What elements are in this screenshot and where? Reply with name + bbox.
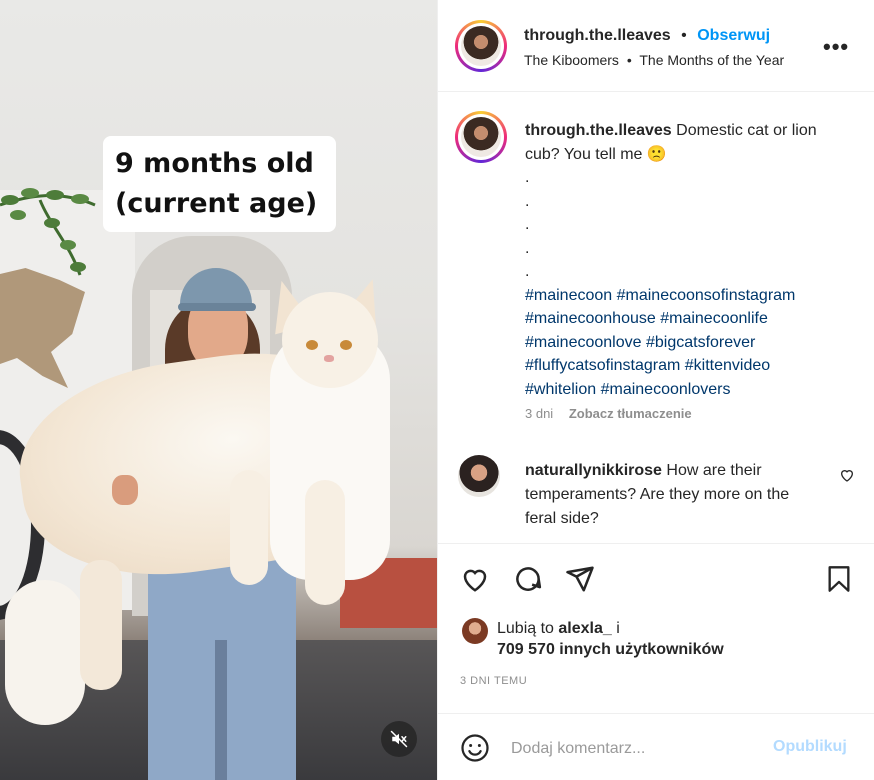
- commenter-username[interactable]: naturallynikkirose: [525, 462, 662, 479]
- audio-attribution[interactable]: The Kiboomers • The Months of the Year: [524, 52, 784, 68]
- caption-line-2: (current age): [115, 188, 318, 219]
- sad-face-emoji: 🙁: [646, 145, 667, 163]
- emoji-picker-icon[interactable]: [460, 733, 490, 763]
- audio-title[interactable]: The Months of the Year: [639, 52, 784, 68]
- caption-dot: .: [525, 216, 530, 233]
- caption-dot: .: [525, 239, 530, 257]
- hashtags-line[interactable]: #mainecoonlove #bigcatsforever: [525, 331, 855, 355]
- liker-username[interactable]: alexla_: [558, 620, 611, 637]
- caption-author-avatar[interactable]: [455, 111, 507, 163]
- hashtags-line[interactable]: #mainecoon #mainecoonsofinstagram: [525, 284, 855, 308]
- person-hand: [112, 475, 138, 505]
- cat-front-leg-right: [305, 480, 345, 605]
- cat-tail: [5, 580, 85, 725]
- caption-dot: .: [525, 169, 530, 186]
- post-actions: Lubią to alexla_ i 709 570 innych użytko…: [438, 543, 874, 780]
- hashtags-line[interactable]: #fluffycatsofinstagram #kittenvideo: [525, 354, 855, 378]
- post-header: through.the.lleaves • Obserwuj The Kiboo…: [438, 0, 874, 92]
- likes-suffix: i: [616, 620, 620, 637]
- commenter-avatar[interactable]: [458, 455, 500, 497]
- cap-brim: [178, 303, 256, 311]
- like-heart-icon[interactable]: [460, 564, 490, 594]
- author-username[interactable]: through.the.lleaves: [524, 27, 671, 44]
- comment-item: naturallynikkirose How are their tempera…: [525, 459, 810, 531]
- separator-dot: •: [681, 27, 687, 44]
- audio-separator: •: [626, 52, 632, 68]
- post-timestamp[interactable]: 3 DNI TEMU: [460, 675, 527, 687]
- liker-avatar[interactable]: [462, 618, 488, 644]
- likes-count[interactable]: 709 570 innych użytkowników: [497, 641, 724, 659]
- comment-input[interactable]: [511, 735, 761, 763]
- post-caption: through.the.lleaves Domestic cat or lion…: [525, 119, 855, 401]
- hashtags-line[interactable]: #mainecoonhouse #mainecoonlife: [525, 307, 855, 331]
- see-translation-link[interactable]: Zobacz tłumaczenie: [569, 406, 692, 421]
- caption-dot: .: [525, 192, 530, 210]
- comment-bubble-icon[interactable]: [513, 564, 543, 594]
- plant-decoration: [0, 188, 96, 276]
- caption-line-1: 9 months old: [115, 148, 314, 179]
- cat-head: [282, 292, 378, 388]
- add-comment-bar: Opublikuj: [438, 713, 874, 780]
- likes-line: Lubią to alexla_ i: [497, 620, 620, 638]
- caption-meta: 3 dni Zobacz tłumaczenie: [525, 406, 692, 421]
- cat-eye-left: [306, 340, 318, 350]
- author-avatar[interactable]: [455, 20, 507, 72]
- cat-nose: [324, 355, 334, 362]
- speaker-muted-icon: [390, 730, 408, 748]
- share-send-icon[interactable]: [565, 564, 595, 594]
- cat-eye-right: [340, 340, 352, 350]
- post-comment-button[interactable]: Opublikuj: [773, 738, 847, 756]
- audio-artist[interactable]: The Kiboomers: [524, 52, 619, 68]
- likes-prefix: Lubią to: [497, 620, 554, 637]
- post-media-video[interactable]: 9 months old (current age): [0, 0, 437, 780]
- post-side-panel: through.the.lleaves • Obserwuj The Kiboo…: [437, 0, 874, 780]
- comment-like-heart-icon[interactable]: [839, 467, 855, 483]
- follow-button[interactable]: Obserwuj: [697, 27, 770, 44]
- save-bookmark-icon[interactable]: [825, 564, 853, 594]
- cat-hind-leg: [80, 560, 122, 690]
- jeans-seam: [215, 640, 227, 780]
- caption-age[interactable]: 3 dni: [525, 406, 553, 421]
- video-caption-overlay: 9 months old (current age): [103, 136, 336, 232]
- caption-dot: .: [525, 263, 530, 280]
- more-options-icon[interactable]: •••: [823, 34, 849, 60]
- caption-username[interactable]: through.the.lleaves: [525, 122, 672, 139]
- hashtags-line[interactable]: #whitelion #mainecoonlovers: [525, 378, 855, 402]
- cat-front-leg-left: [230, 470, 268, 585]
- mute-button[interactable]: [381, 721, 417, 757]
- header-user-line: through.the.lleaves • Obserwuj: [524, 27, 770, 45]
- comments-section: through.the.lleaves Domestic cat or lion…: [438, 93, 874, 543]
